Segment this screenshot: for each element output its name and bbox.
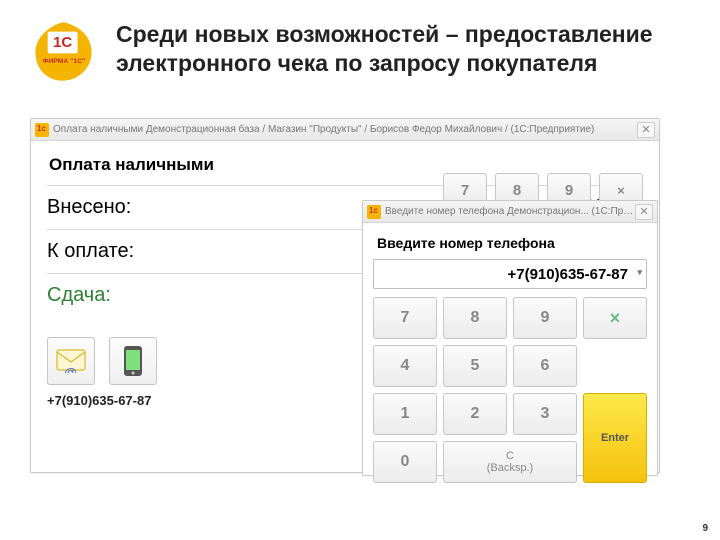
page-title: Среди новых возможностей – предоставлени… bbox=[116, 18, 690, 78]
key-6[interactable]: 6 bbox=[513, 345, 577, 387]
phone-input-value: +7(910)635-67-87 bbox=[507, 266, 628, 283]
key-5[interactable]: 5 bbox=[443, 345, 507, 387]
sms-receipt-button[interactable] bbox=[109, 337, 157, 385]
phone-dialog-titlebar[interactable]: 1c Введите номер телефона Демонстрацион.… bbox=[363, 201, 657, 223]
mail-icon: @ bbox=[56, 349, 86, 373]
payment-window-title: Оплата наличными Демонстрационная база /… bbox=[53, 124, 637, 135]
phone-dialog-bar-title: Введите номер телефона Демонстрацион... … bbox=[385, 206, 635, 217]
app-icon: 1c bbox=[367, 205, 381, 219]
key-0[interactable]: 0 bbox=[373, 441, 437, 483]
key-4[interactable]: 4 bbox=[373, 345, 437, 387]
chevron-down-icon[interactable]: ▾ bbox=[637, 267, 642, 278]
key-2[interactable]: 2 bbox=[443, 393, 507, 435]
key-7[interactable]: 7 bbox=[373, 297, 437, 339]
key-9[interactable]: 9 bbox=[513, 297, 577, 339]
key-3[interactable]: 3 bbox=[513, 393, 577, 435]
phone-icon bbox=[122, 345, 144, 377]
phone-dialog-title: Введите номер телефона bbox=[377, 235, 647, 251]
close-icon[interactable]: ✕ bbox=[635, 204, 653, 220]
svg-text:1С: 1С bbox=[53, 34, 72, 51]
email-receipt-button[interactable]: @ bbox=[47, 337, 95, 385]
key-enter[interactable]: Enter bbox=[583, 393, 647, 483]
key-backspace[interactable]: C (Backsp.) bbox=[443, 441, 577, 483]
due-label: К оплате: bbox=[47, 240, 197, 263]
payment-heading: Оплата наличными bbox=[49, 155, 643, 175]
cash-label: Внесено: bbox=[47, 196, 197, 219]
phone-dialog: 1c Введите номер телефона Демонстрацион.… bbox=[362, 200, 658, 476]
key-clear[interactable]: × bbox=[583, 297, 647, 339]
payment-window-titlebar[interactable]: 1c Оплата наличными Демонстрационная баз… bbox=[31, 119, 659, 141]
keypad: 7 8 9 × 4 5 6 1 2 3 Enter 0 C (Backsp.) bbox=[373, 297, 647, 483]
page-number: 9 bbox=[702, 523, 708, 534]
app-icon: 1c bbox=[35, 123, 49, 137]
svg-text:@: @ bbox=[64, 365, 77, 373]
change-label: Сдача: bbox=[47, 284, 197, 307]
key-1[interactable]: 1 bbox=[373, 393, 437, 435]
phone-input[interactable]: +7(910)635-67-87 ▾ bbox=[373, 259, 647, 289]
key-8[interactable]: 8 bbox=[443, 297, 507, 339]
logo-1c: 1С ФИРМА "1С" bbox=[30, 18, 98, 86]
svg-text:ФИРМА "1С": ФИРМА "1С" bbox=[43, 58, 86, 65]
close-icon[interactable]: ✕ bbox=[637, 122, 655, 138]
